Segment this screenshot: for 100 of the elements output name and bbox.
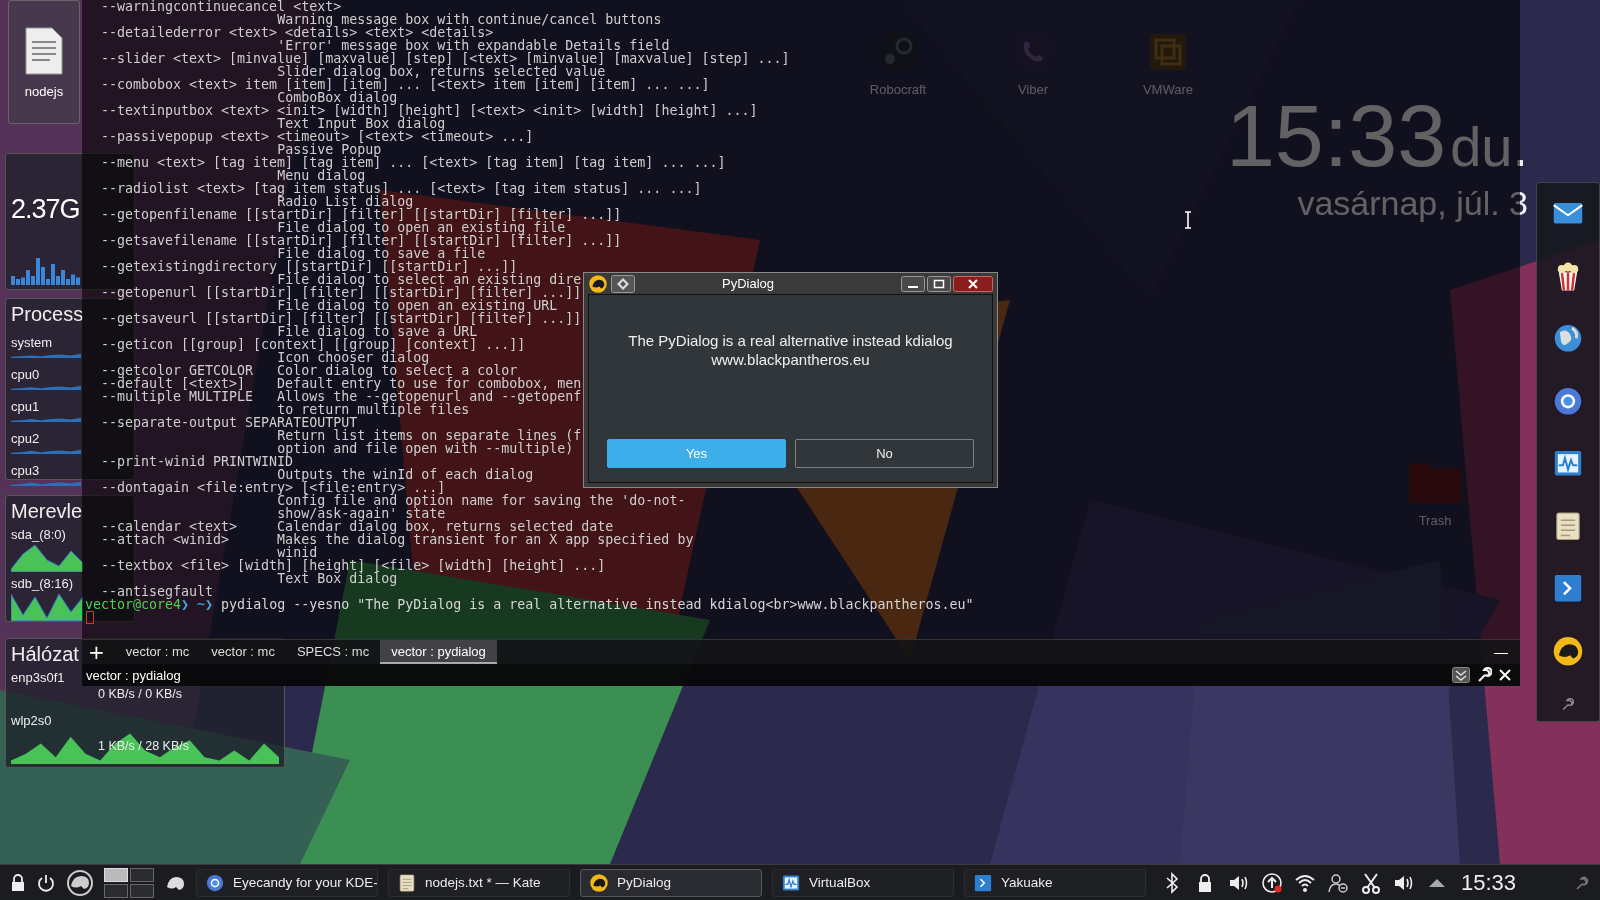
- icon-label: Robocraft: [869, 82, 927, 97]
- panther-head-icon[interactable]: [66, 868, 94, 897]
- lock-icon[interactable]: [10, 872, 26, 893]
- option-line: --textinputbox <text> <init> [width] [height] [<text> <init> [width] [height] ...]: [101, 104, 758, 117]
- option-line: --multiple MULTIPLE: [101, 390, 255, 403]
- close-icon[interactable]: [953, 275, 993, 292]
- interface-name: wlp2s0: [11, 713, 52, 728]
- clock-time: 15:33: [1225, 92, 1447, 180]
- description-line: show/ask-again' state: [277, 507, 446, 520]
- option-line: --dontagain <file:entry> [<file:entry> ...]: [101, 481, 446, 494]
- terminal-tab[interactable]: vector : mc: [200, 640, 286, 664]
- option-line: --print-winid PRINTWINID: [101, 455, 294, 468]
- description-line: to return multiple files: [277, 403, 470, 416]
- option-line: --getsaveurl [[startDir] [filter] [[startDir] [filter] ...]]: [101, 312, 582, 325]
- clock-period: du.: [1450, 114, 1528, 179]
- description-line: ComboBox dialog: [277, 91, 398, 104]
- description-line: Calendar dialog box, returns selected date: [277, 520, 614, 533]
- row-label: sdb_(8:16): [11, 576, 74, 591]
- widget-title: Process: [11, 303, 84, 326]
- description-line: Warning message box with continue/cancel buttons: [277, 13, 662, 26]
- new-tab-button[interactable]: +: [82, 640, 115, 664]
- terminal-tab[interactable]: SPECS : mc: [285, 640, 381, 664]
- wrench-icon[interactable]: [1476, 667, 1492, 683]
- description-line: 'Error' message box with expandable Details field: [277, 39, 670, 52]
- widget-title: Hálózat: [11, 643, 79, 666]
- load-graph: [11, 352, 81, 358]
- task-button[interactable]: nodejs.txt * — Kate: [388, 868, 570, 897]
- description-line: Makes the dialog transient for an X app specified by: [277, 533, 694, 546]
- description-line: winid: [277, 546, 318, 559]
- option-line: --slider <text> [minvalue] [maxvalue] [step] [<text> [minvalue] [maxvalue] [step] ...]: [101, 52, 790, 65]
- minimize-icon[interactable]: [901, 275, 925, 292]
- row-label: cpu1: [11, 399, 40, 414]
- icon-label: Trash: [1418, 513, 1452, 528]
- disk-graph: [11, 591, 83, 621]
- prompt-path: ❯ ~❯: [181, 598, 214, 611]
- description-line: File dialog to open an existing URL: [277, 299, 558, 312]
- interface-name: enp3s0f1: [11, 670, 65, 685]
- dialog-button[interactable]: No: [795, 439, 974, 468]
- row-label: cpu0: [11, 367, 40, 382]
- description-line: Radio List dialog: [277, 195, 414, 208]
- power-icon[interactable]: [36, 872, 56, 893]
- prompt-user: vector@core4: [85, 598, 182, 611]
- disk-graph: [11, 542, 83, 572]
- task-button[interactable]: Yakuake: [964, 868, 1146, 897]
- double-chevron-icon[interactable]: [1452, 667, 1470, 683]
- cpu-frequency: 2.37G: [11, 194, 80, 225]
- description-line: File dialog to open an existing file: [277, 221, 566, 234]
- description-line: File dialog to select an existing dire: [277, 273, 582, 286]
- icon-label: VMWare: [1142, 82, 1194, 97]
- option-line: --getcolor GETCOLOR: [101, 364, 255, 377]
- document-icon: [24, 25, 64, 76]
- load-graph: [11, 480, 81, 486]
- dialog-message: The PyDialog is a real alternative instead kdialog www.blackpantheros.eu: [628, 331, 953, 369]
- load-graph: [11, 416, 81, 422]
- description-line: Text Input Box dialog: [277, 117, 446, 130]
- clock-date: vasárnap, júl. 3: [1297, 184, 1528, 223]
- option-line: --getopenurl [[startDir] [filter] [[startDir] [filter] ...]]: [101, 286, 582, 299]
- dialog-title: PyDialog: [721, 276, 775, 291]
- text-cursor: [86, 611, 94, 624]
- task-button[interactable]: Eyecandy for your KDE-: [196, 868, 378, 897]
- option-line: --detailederror <text> <details> <text> <details>: [101, 26, 494, 39]
- clock-time[interactable]: 15:33: [1461, 869, 1517, 896]
- task-button[interactable]: VirtualBox: [772, 868, 954, 897]
- description-line: Allows the --getopenurl and --getopenf: [277, 390, 582, 403]
- description-line: option and file open with --multiple): [277, 442, 574, 455]
- widget-title: Merevle: [11, 500, 83, 523]
- option-line: --passivepopup <text> <timeout> [<text> <timeout> ...]: [101, 130, 534, 143]
- description-line: Config file and option name for saving the 'do-not-: [277, 494, 686, 507]
- load-graph: [11, 448, 81, 454]
- description-line: Icon chooser dialog: [277, 351, 430, 364]
- option-line: --getsavefilename [[startDir] [filter] [[startDir] [filter] ...]]: [101, 234, 622, 247]
- option-line: --geticon [[group] [context] [[group] [context] ...]]: [101, 338, 526, 351]
- row-label: sda_(8:0): [11, 527, 66, 542]
- option-line: --textbox <file> [width] [height] [<file> [width] [height] ...]: [101, 559, 606, 572]
- row-label: cpu2: [11, 431, 40, 446]
- terminal-tab[interactable]: vector : mc: [114, 640, 201, 664]
- maximize-icon[interactable]: [927, 275, 951, 292]
- task-button[interactable]: PyDialog: [580, 868, 762, 897]
- row-label: cpu3: [11, 463, 40, 478]
- description-line: File dialog to save a URL: [277, 325, 478, 338]
- panther-head-icon: [589, 872, 609, 893]
- option-line: --default [<text>]: [101, 377, 247, 390]
- option-line: --radiolist <text> [tag item status] ... [<text> [tag item status] ... ...]: [101, 182, 702, 195]
- desktop-icon[interactable]: nodejs: [8, 0, 80, 124]
- load-graph: [11, 384, 81, 390]
- panther-head-icon[interactable]: [1551, 635, 1585, 668]
- row-label: system: [11, 335, 53, 350]
- option-line: --attach <winid>: [101, 533, 231, 546]
- description-line: Text Box dialog: [277, 572, 398, 585]
- pin-icon[interactable]: [611, 274, 635, 293]
- command-text: pydialog --yesno "The PyDialog is a real alternative instead kdialog<br>www.blackpantheros.eu": [221, 598, 974, 611]
- minimize-button[interactable]: —: [1490, 640, 1512, 664]
- user-icon[interactable]: [1327, 871, 1349, 894]
- icon-label: nodejs: [24, 83, 64, 99]
- terminal-tab[interactable]: vector : pydialog: [380, 640, 497, 664]
- option-line: --warningcontinuecancel <text>: [101, 0, 342, 13]
- cpu-bar-graph: [11, 255, 81, 285]
- update-icon[interactable]: [1261, 871, 1283, 894]
- description-line: Slider dialog box, returns selected value: [277, 65, 606, 78]
- scissors-icon[interactable]: [1360, 871, 1382, 894]
